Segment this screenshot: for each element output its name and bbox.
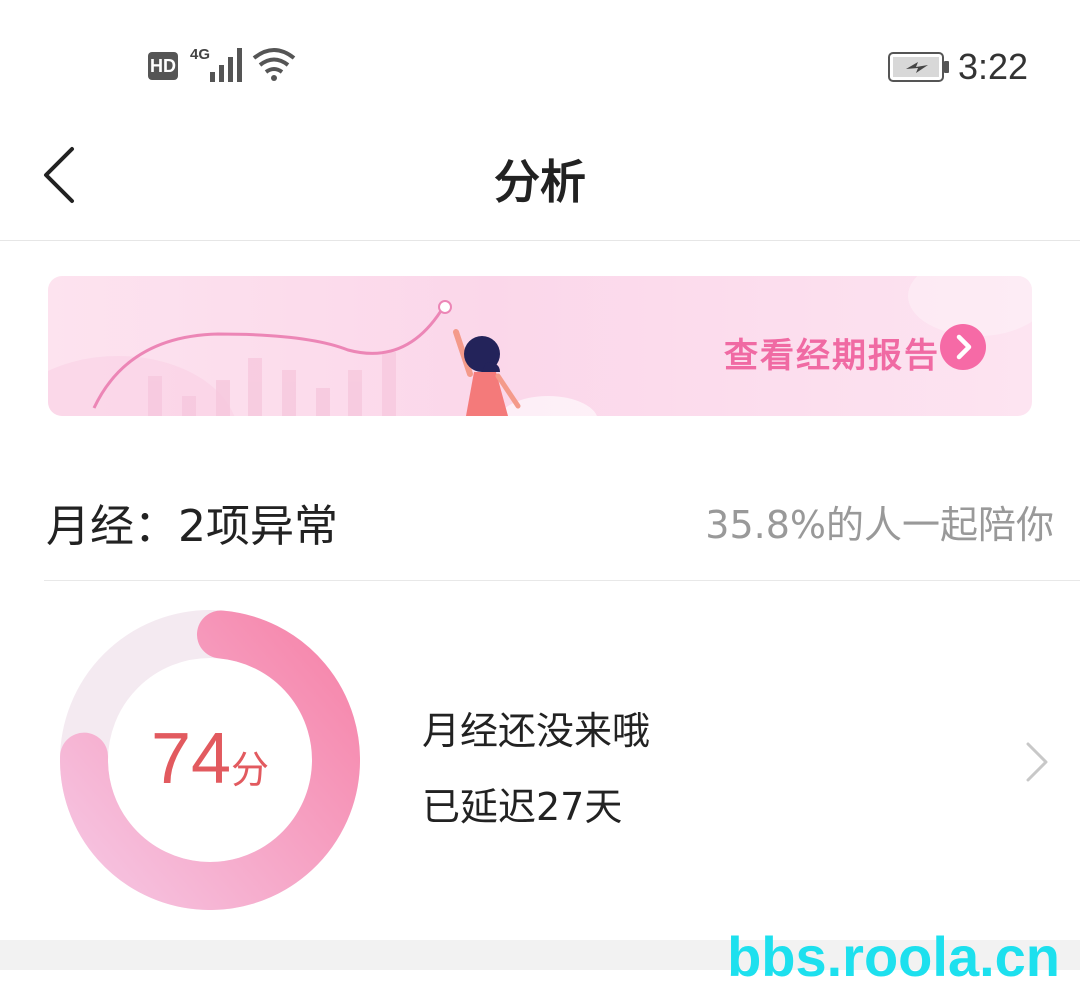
score-unit: 分 <box>231 748 270 792</box>
signal-icon <box>210 48 242 82</box>
period-status-text: 月经还没来哦 <box>422 709 651 753</box>
summary-title: 月经：2项异常 <box>46 501 338 552</box>
battery-charging-icon <box>888 52 949 82</box>
chevron-right-icon <box>1026 742 1048 782</box>
score-display: 74分 <box>60 718 360 800</box>
wifi-icon <box>252 48 296 81</box>
status-time: 3:22 <box>958 46 1029 87</box>
banner-label: 查看经期报告 <box>724 336 940 376</box>
hd-icon: HD <box>148 52 178 80</box>
score-value: 74 <box>150 719 232 799</box>
period-delay-text: 已延迟27天 <box>422 785 623 829</box>
circle-arrow-right-icon <box>940 324 986 370</box>
divider <box>44 580 1080 581</box>
companion-stat: 35.8%的人一起陪你 <box>705 503 1054 547</box>
status-bar: HD 4G 3:22 <box>0 0 1080 120</box>
network-type: 4G <box>190 46 211 63</box>
page-title: 分析 <box>494 155 586 209</box>
watermark: bbs.roola.cn <box>727 925 1060 988</box>
period-report-banner[interactable]: 查看经期报告 <box>48 276 1032 416</box>
